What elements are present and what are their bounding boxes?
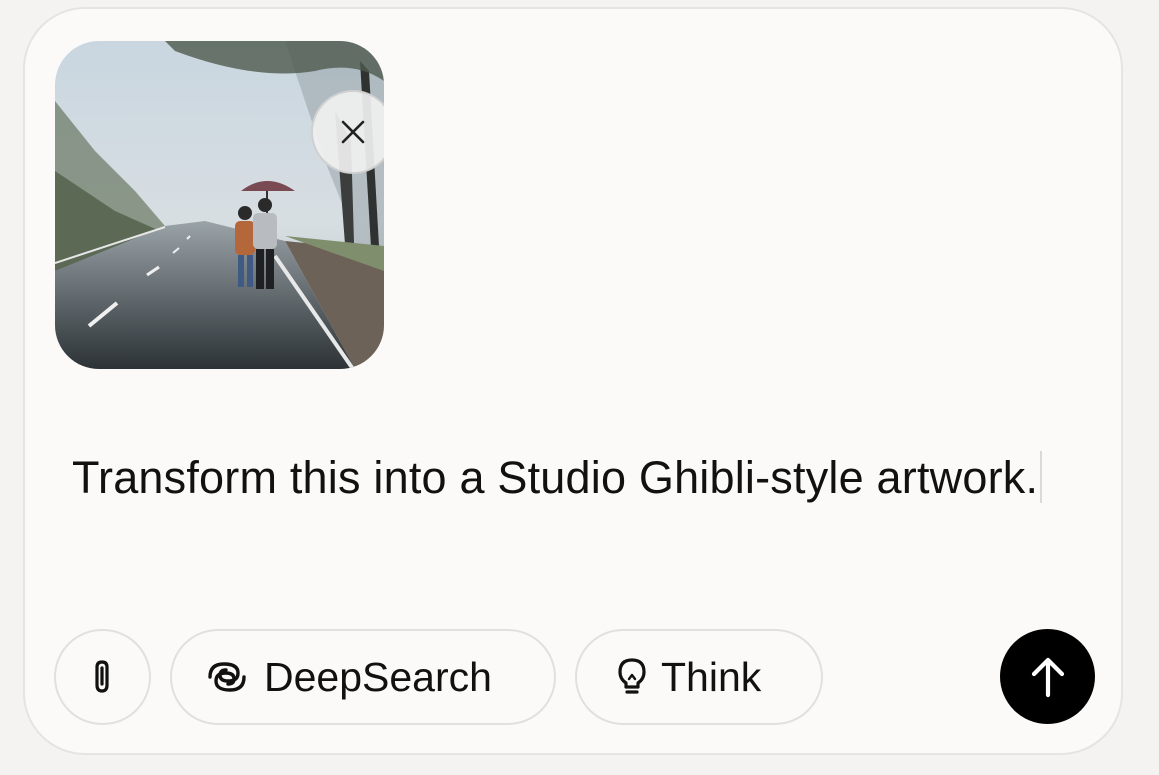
text-caret xyxy=(1040,451,1043,503)
prompt-text: Transform this into a Studio Ghibli-styl… xyxy=(72,452,1039,503)
close-icon xyxy=(341,120,365,144)
attached-image-thumbnail[interactable] xyxy=(55,41,384,369)
deepsearch-label: DeepSearch xyxy=(264,653,492,700)
attached-image xyxy=(55,41,384,369)
composer: Transform this into a Studio Ghibli-styl… xyxy=(23,7,1123,755)
send-button[interactable] xyxy=(1000,629,1095,724)
deepsearch-button[interactable]: DeepSearch xyxy=(170,629,556,725)
prompt-input[interactable]: Transform this into a Studio Ghibli-styl… xyxy=(72,439,1072,516)
arrow-up-icon xyxy=(1031,657,1064,697)
lightbulb-icon xyxy=(618,658,646,694)
think-label: Think xyxy=(661,653,762,700)
think-button[interactable]: Think xyxy=(575,629,823,725)
swirl-icon xyxy=(208,662,246,692)
attach-button[interactable] xyxy=(54,629,151,725)
paperclip-icon xyxy=(94,660,109,693)
